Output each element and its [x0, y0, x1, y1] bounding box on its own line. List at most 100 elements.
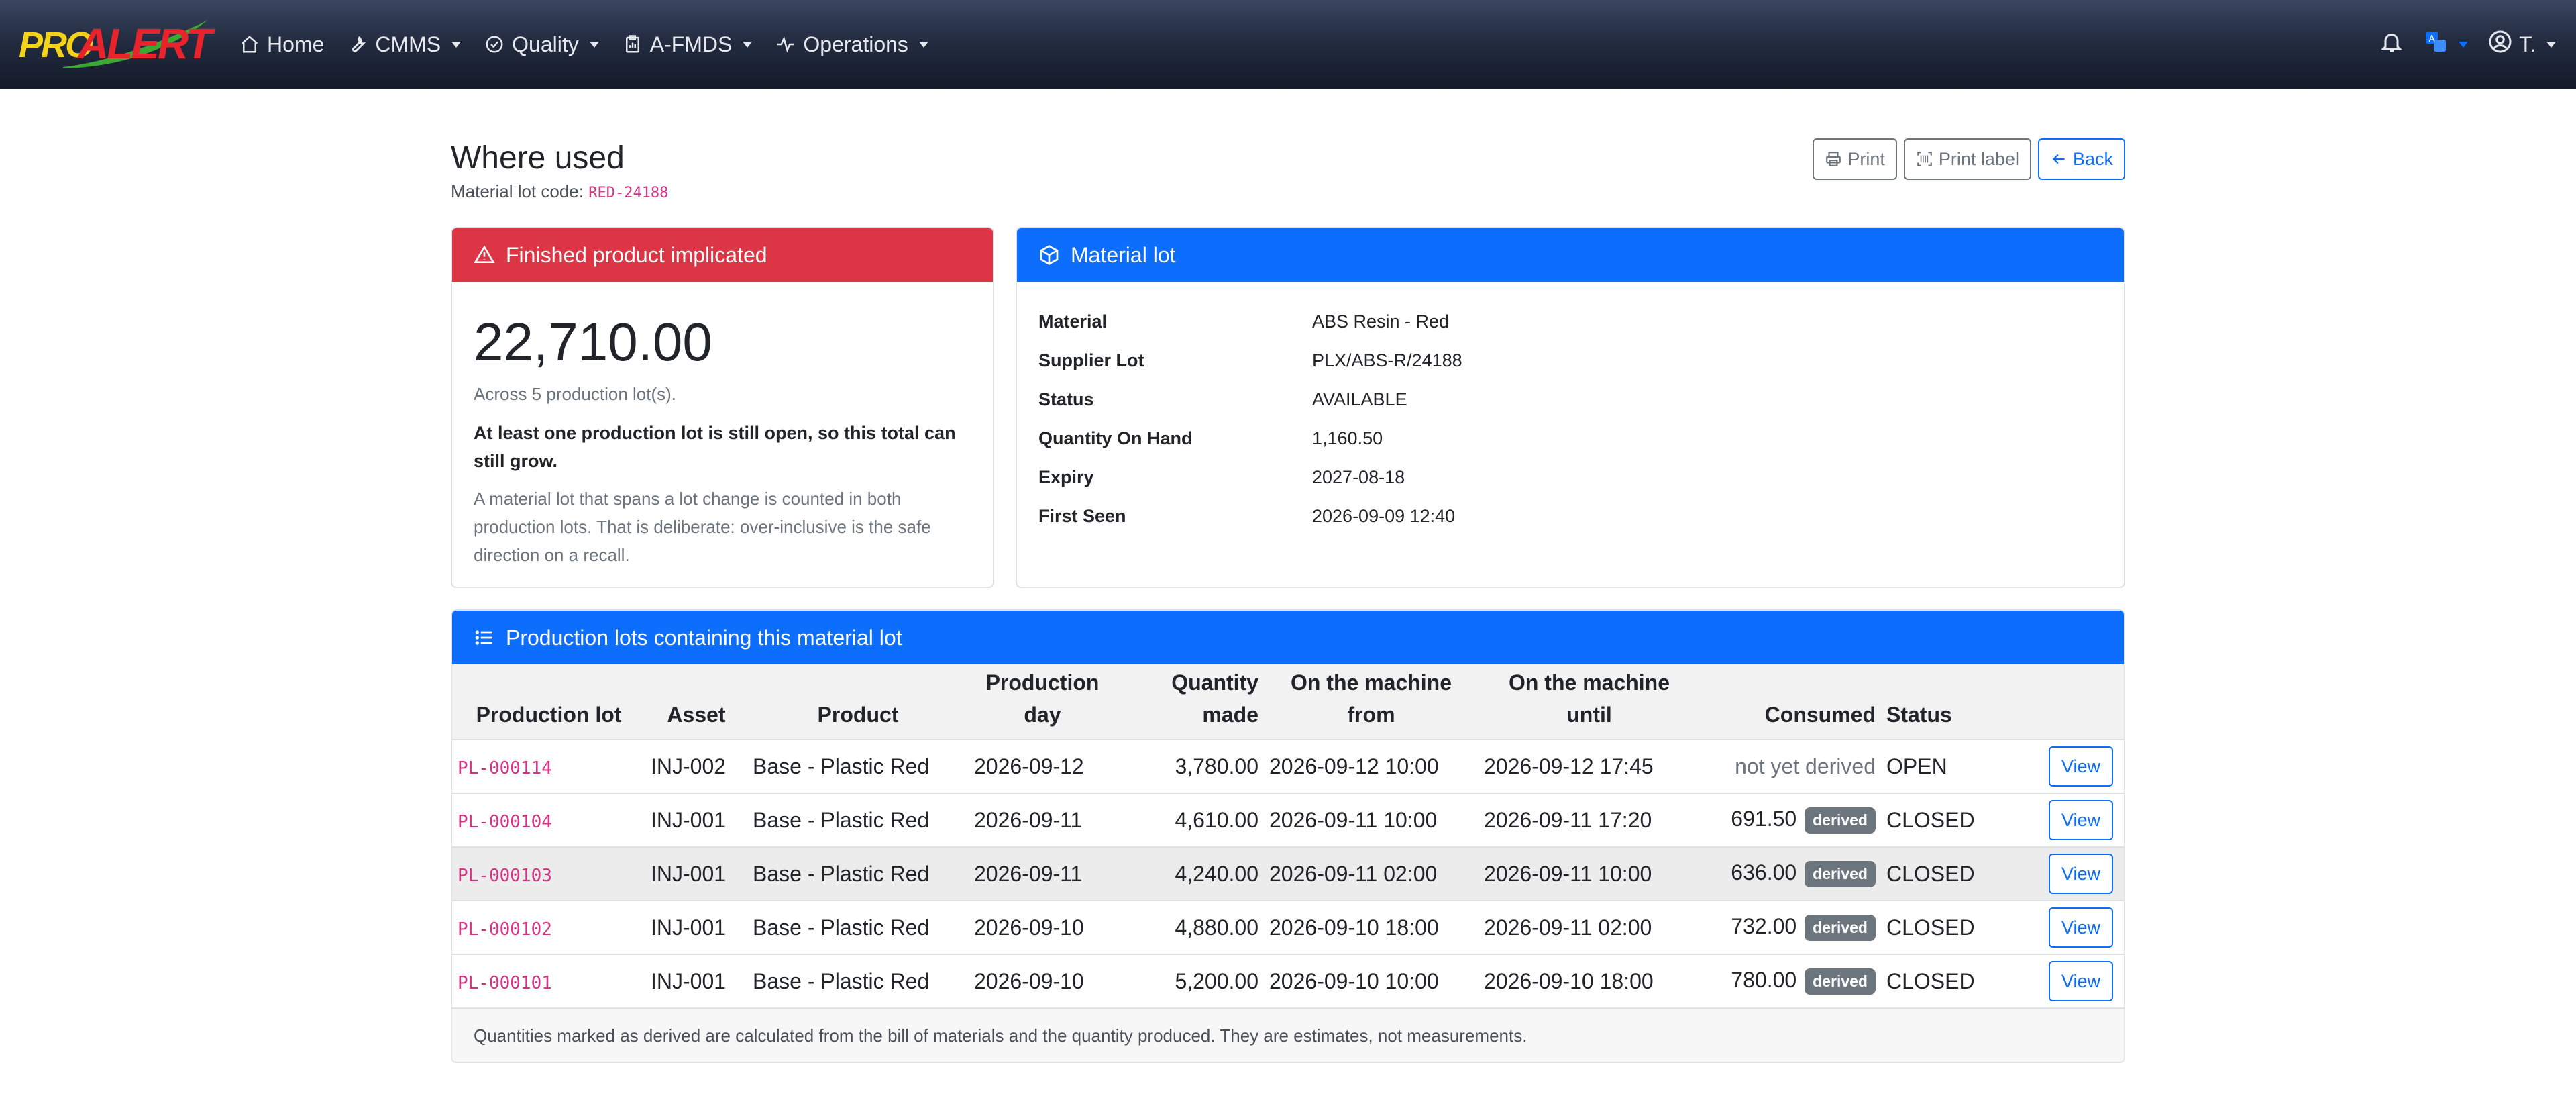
cell-lot[interactable]: PL-000102 [452, 901, 645, 955]
col-status[interactable]: Status [1881, 664, 2035, 740]
cell-qty: 4,240.00 [1116, 847, 1264, 901]
cell-status: CLOSED [1881, 901, 2035, 955]
production-lots-title: Production lots containing this material… [506, 625, 902, 650]
material-lot-title: Material lot [1071, 242, 1176, 267]
view-button[interactable]: View [2049, 854, 2113, 894]
cell-consumed: 732.00 derived [1700, 901, 1881, 955]
expiry-value: 2027-08-18 [1312, 467, 1405, 487]
bell-icon [2379, 30, 2404, 59]
nav-operations-label: Operations [803, 32, 908, 56]
print-button[interactable]: Print [1813, 138, 1897, 180]
cell-day: 2026-09-12 [969, 740, 1116, 794]
derived-footnote: Quantities marked as derived are calcula… [452, 1008, 2124, 1062]
main-nav: Home CMMS Quality A-FMDS Operations [239, 0, 951, 89]
status-value: AVAILABLE [1312, 389, 1407, 409]
user-menu[interactable]: T. [2488, 30, 2556, 59]
back-button[interactable]: Back [2037, 138, 2125, 180]
material-row: Material ABS Resin - Red [1038, 311, 1449, 332]
quantity-on-hand-value: 1,160.50 [1312, 428, 1383, 448]
cell-qty: 5,200.00 [1116, 954, 1264, 1009]
col-production-day[interactable]: Production day [969, 664, 1116, 740]
col-product[interactable]: Product [747, 664, 969, 740]
chevron-down-icon [589, 41, 599, 48]
derived-badge: derived [1805, 807, 1876, 834]
cell-lot[interactable]: PL-000103 [452, 847, 645, 901]
cell-consumed: 780.00 derived [1700, 954, 1881, 1009]
nav-home[interactable]: Home [239, 32, 324, 57]
finished-product-card: Finished product implicated 22,710.00 Ac… [451, 227, 994, 588]
col-on-machine-from[interactable]: On the machine from [1264, 664, 1479, 740]
language-switcher[interactable]: A [2424, 30, 2469, 59]
lot-change-note: A material lot that spans a lot change i… [474, 489, 931, 565]
first-seen-row: First Seen 2026-09-09 12:40 [1038, 506, 1455, 527]
status-row: Status AVAILABLE [1038, 389, 1407, 410]
cell-actions: View [2035, 901, 2124, 955]
cell-actions: View [2035, 847, 2124, 901]
back-button-label: Back [2072, 148, 2113, 169]
notifications-button[interactable] [2379, 30, 2404, 59]
table-row: PL-000102 INJ-001 Base - Plastic Red 202… [452, 901, 2124, 955]
cell-lot[interactable]: PL-000114 [452, 740, 645, 794]
activity-icon [775, 34, 796, 55]
view-button[interactable]: View [2049, 800, 2113, 840]
proalert-logo[interactable]: PRO ALERT [16, 15, 212, 72]
nav-operations[interactable]: Operations [775, 32, 928, 57]
nav-quality-label: Quality [512, 32, 579, 56]
nav-cmms[interactable]: CMMS [347, 32, 462, 57]
chevron-down-icon [451, 41, 462, 48]
svg-text:A: A [2429, 34, 2436, 44]
cell-asset: INJ-001 [645, 793, 747, 848]
cell-consumed: 691.50 derived [1700, 793, 1881, 848]
top-navbar: PRO ALERT Home CMMS Quality A-FMDS Opera… [0, 0, 2576, 89]
home-icon [239, 34, 260, 55]
cell-status: CLOSED [1881, 793, 2035, 848]
warning-triangle-icon [474, 244, 495, 266]
derived-badge: derived [1805, 861, 1876, 888]
nav-afmds[interactable]: A-FMDS [622, 32, 753, 57]
material-lot-code-label: Material lot code: [451, 181, 584, 201]
col-asset[interactable]: Asset [645, 664, 747, 740]
table-row: PL-000103 INJ-001 Base - Plastic Red 202… [452, 847, 2124, 901]
material-lot-code: RED-24188 [588, 185, 669, 201]
cell-asset: INJ-001 [645, 901, 747, 955]
col-consumed[interactable]: Consumed [1700, 664, 1881, 740]
cell-product: Base - Plastic Red [747, 901, 969, 955]
table-row: PL-000104 INJ-001 Base - Plastic Red 202… [452, 793, 2124, 848]
cell-qty: 3,780.00 [1116, 740, 1264, 794]
view-button[interactable]: View [2049, 961, 2113, 1001]
table-row: PL-000114 INJ-002 Base - Plastic Red 202… [452, 740, 2124, 794]
page-actions: Print Print label Back [1806, 138, 2125, 180]
derived-badge: derived [1805, 968, 1876, 995]
production-lots-header: Production lots containing this material… [452, 611, 2124, 664]
check-circle-icon [484, 34, 505, 55]
translate-icon: A [2424, 30, 2448, 59]
quantity-on-hand-row: Quantity On Hand 1,160.50 [1038, 428, 1383, 449]
view-button[interactable]: View [2049, 907, 2113, 948]
finished-product-header: Finished product implicated [452, 228, 993, 282]
status-key: Status [1038, 389, 1094, 409]
cell-day: 2026-09-10 [969, 954, 1116, 1009]
cell-actions: View [2035, 954, 2124, 1009]
cell-lot[interactable]: PL-000101 [452, 954, 645, 1009]
col-quantity-made[interactable]: Quantity made [1116, 664, 1264, 740]
cell-product: Base - Plastic Red [747, 793, 969, 848]
cell-status: OPEN [1881, 740, 2035, 794]
cell-product: Base - Plastic Red [747, 847, 969, 901]
print-label-button[interactable]: Print label [1903, 138, 2031, 180]
cell-day: 2026-09-11 [969, 847, 1116, 901]
barcode-icon [1916, 150, 1933, 168]
chevron-down-icon [743, 41, 753, 48]
chevron-down-icon [2459, 41, 2469, 48]
cell-asset: INJ-001 [645, 954, 747, 1009]
col-production-lot[interactable]: Production lot [452, 664, 645, 740]
production-lots-table: Production lot Asset Product Production d… [452, 664, 2124, 1009]
cell-status: CLOSED [1881, 847, 2035, 901]
view-button[interactable]: View [2049, 746, 2113, 787]
cell-consumed: not yet derived [1700, 740, 1881, 794]
cell-actions: View [2035, 740, 2124, 794]
nav-cmms-label: CMMS [375, 32, 441, 56]
col-on-machine-until[interactable]: On the machine until [1479, 664, 1700, 740]
nav-quality[interactable]: Quality [484, 32, 599, 57]
material-key: Material [1038, 311, 1108, 332]
cell-lot[interactable]: PL-000104 [452, 793, 645, 848]
